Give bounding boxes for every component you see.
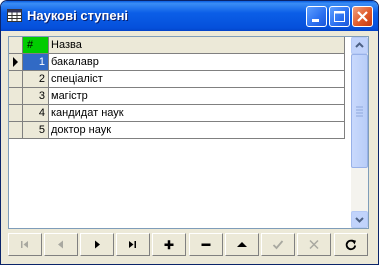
cell-id[interactable]: 4 (23, 105, 49, 122)
close-icon (357, 11, 368, 22)
nav-refresh-button[interactable] (334, 233, 368, 256)
refresh-icon (345, 239, 357, 251)
nav-cancel-button[interactable] (297, 233, 331, 256)
row-indicator[interactable] (9, 122, 23, 139)
indicator-header (9, 37, 23, 54)
column-header-id[interactable]: # (23, 37, 49, 54)
edit-up-icon (237, 242, 247, 247)
first-icon (21, 241, 28, 248)
scroll-down-button[interactable] (351, 211, 368, 228)
cell-name[interactable]: магістр (49, 88, 345, 105)
minimize-button[interactable] (306, 6, 327, 27)
nav-last-button[interactable] (116, 233, 150, 256)
close-button[interactable] (352, 6, 373, 27)
row-indicator[interactable] (9, 105, 23, 122)
row-indicator[interactable] (9, 88, 23, 105)
cell-name[interactable]: бакалавр (49, 54, 345, 71)
column-header-name[interactable]: Назва (49, 37, 345, 54)
minus-icon (201, 243, 211, 246)
scroll-up-button[interactable] (351, 37, 368, 54)
vertical-scrollbar[interactable] (351, 37, 368, 228)
nav-next-button[interactable] (80, 233, 114, 256)
scroll-thumb[interactable] (351, 54, 368, 168)
cell-id[interactable]: 1 (23, 54, 49, 71)
cell-name[interactable]: кандидат наук (49, 105, 345, 122)
nav-edit-button[interactable] (225, 233, 259, 256)
table-icon (7, 9, 22, 22)
nav-first-button[interactable] (8, 233, 42, 256)
nav-prior-button[interactable] (44, 233, 78, 256)
chevron-up-icon (355, 42, 364, 48)
cell-id[interactable]: 5 (23, 122, 49, 139)
maximize-button[interactable] (329, 6, 350, 27)
row-indicator[interactable] (9, 54, 23, 71)
cancel-x-icon (309, 239, 319, 250)
checkmark-icon (272, 240, 284, 250)
maximize-icon (334, 11, 345, 22)
grip-icon (356, 106, 363, 117)
window-title: Наукові ступені (27, 8, 129, 23)
nav-delete-button[interactable] (189, 233, 223, 256)
current-row-icon (13, 57, 18, 67)
cell-id[interactable]: 2 (23, 71, 49, 88)
cell-name[interactable]: доктор наук (49, 122, 345, 139)
plus-icon (164, 240, 174, 250)
data-grid[interactable]: # Назва 1 бакалавр 2 спеціаліст 3 магіст… (8, 36, 369, 229)
cell-name[interactable]: спеціаліст (49, 71, 345, 88)
prior-icon (58, 240, 63, 249)
nav-insert-button[interactable] (152, 233, 186, 256)
chevron-down-icon (355, 217, 364, 223)
window: Наукові ступені # Назва 1 бакалавр 2 спе… (0, 0, 379, 265)
last-icon (129, 241, 136, 248)
cell-id[interactable]: 3 (23, 88, 49, 105)
nav-post-button[interactable] (261, 233, 295, 256)
minimize-icon (312, 19, 319, 22)
next-icon (95, 240, 100, 249)
row-indicator[interactable] (9, 71, 23, 88)
title-bar[interactable]: Наукові ступені (1, 1, 378, 31)
